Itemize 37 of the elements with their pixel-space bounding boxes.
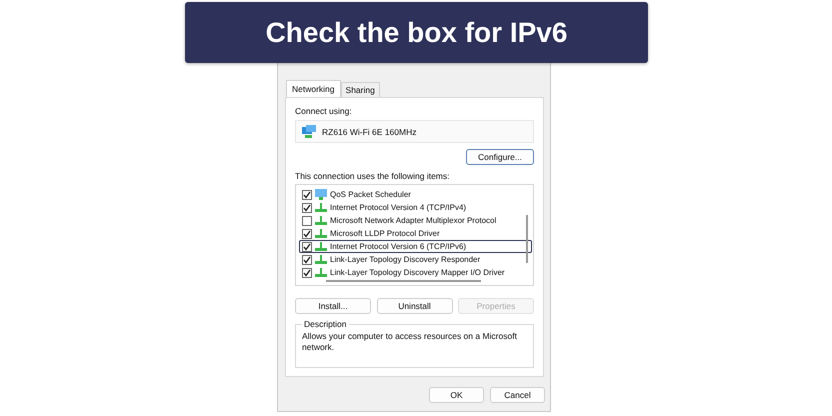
description-text: Allows your computer to access resources on a Microsoft network. — [302, 331, 518, 353]
list-item[interactable]: Link-Layer Topology Discovery Mapper I/O Driver — [299, 266, 532, 279]
adapter-field: RZ616 Wi-Fi 6E 160MHz — [295, 120, 534, 143]
network-adapter-icon — [302, 125, 316, 138]
protocol-icon — [315, 255, 327, 264]
action-button[interactable]: Uninstall — [376, 298, 452, 314]
list-item[interactable]: Link-Layer Topology Discovery Responder — [299, 253, 532, 266]
protocol-icon — [315, 242, 327, 251]
tab[interactable]: Sharing — [340, 82, 380, 97]
checkbox[interactable] — [302, 228, 312, 238]
protocol-icon — [315, 268, 327, 277]
dialog-button[interactable]: Cancel — [490, 387, 545, 403]
dialog-button[interactable]: OK — [429, 387, 484, 403]
checkbox[interactable] — [302, 216, 312, 226]
monitor-icon — [315, 189, 327, 200]
action-button[interactable]: Install... — [295, 298, 371, 314]
scrollbar-thumb[interactable] — [326, 280, 481, 282]
banner-title: Check the box for IPv6 — [266, 16, 568, 48]
connect-using-label: Connect using: — [295, 106, 353, 117]
protocol-icon — [315, 216, 327, 225]
list-item[interactable]: Microsoft Network Adapter Multiplexor Protocol — [299, 214, 532, 227]
description-legend: Description — [302, 319, 349, 329]
list-item[interactable]: Internet Protocol Version 4 (TCP/IPv4) — [299, 201, 532, 214]
tab[interactable]: Networking — [286, 80, 341, 97]
scrollbar-thumb[interactable] — [526, 215, 528, 263]
list-item[interactable]: Internet Protocol Version 6 (TCP/IPv6) — [299, 240, 532, 253]
protocol-icon — [315, 229, 327, 238]
configure-button[interactable]: Configure... — [466, 149, 534, 165]
checkbox[interactable] — [302, 202, 312, 212]
items-label: This connection uses the following items: — [295, 171, 450, 182]
list-item[interactable]: Microsoft LLDP Protocol Driver — [299, 227, 532, 240]
checkbox[interactable] — [302, 242, 312, 252]
list-item[interactable]: QoS Packet Scheduler — [299, 188, 532, 201]
checkbox[interactable] — [302, 190, 312, 200]
checkbox[interactable] — [302, 254, 312, 264]
checkbox[interactable] — [302, 268, 312, 278]
protocol-icon — [315, 203, 327, 212]
